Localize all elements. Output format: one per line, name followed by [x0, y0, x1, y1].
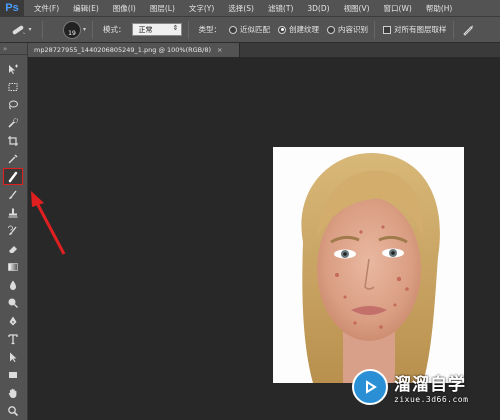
dodge-tool-icon[interactable] [4, 295, 22, 310]
zoom-tool-icon[interactable] [4, 403, 22, 418]
type-option-label: 内容识别 [338, 25, 369, 34]
chevron-down-icon: ▾ [28, 26, 32, 33]
toolbox-collapse-icon[interactable]: » [0, 43, 27, 55]
options-bar: ▾ 19 ▾ 模式： 正常 类型： 近似匹配 创建纹理 内容识别 对所有图层取样 [0, 17, 500, 43]
pressure-pen-icon[interactable] [462, 24, 474, 36]
separator [187, 20, 189, 39]
menu-image[interactable]: 图像(I) [113, 3, 136, 14]
brush-size-picker[interactable]: 19 [63, 20, 81, 39]
menu-bar: Ps 文件(F) 编辑(E) 图像(I) 图层(L) 文字(Y) 选择(S) 滤… [0, 0, 500, 17]
type-radio-create-texture[interactable] [278, 25, 287, 34]
close-icon[interactable]: × [217, 46, 222, 54]
mode-label: 模式： [103, 25, 126, 34]
pen-tool-icon[interactable] [4, 313, 22, 328]
tool-preset-picker[interactable]: ▾ [6, 20, 36, 40]
type-option-label: 近似匹配 [240, 25, 271, 34]
hand-tool-icon[interactable] [4, 385, 22, 400]
separator [92, 20, 94, 39]
move-tool-icon[interactable] [4, 61, 22, 76]
menu-view[interactable]: 视图(V) [344, 3, 370, 14]
menu-help[interactable]: 帮助(H) [426, 3, 453, 14]
menu-file[interactable]: 文件(F) [34, 3, 59, 14]
eyedropper-tool-icon[interactable] [4, 151, 22, 166]
menu-edit[interactable]: 编辑(E) [73, 3, 99, 14]
marquee-tool-icon[interactable] [4, 79, 22, 94]
type-label: 类型： [198, 25, 222, 34]
type-option-label: 创建纹理 [289, 25, 320, 34]
path-selection-tool-icon[interactable] [4, 349, 22, 364]
watermark-subtitle: zixue.3d66.com [394, 395, 469, 404]
document-tab-title: mp28727955_1440206805249_1.png @ 100%(RG… [34, 46, 212, 54]
portrait-photo[interactable] [273, 147, 464, 383]
menu-window[interactable]: 窗口(W) [384, 3, 412, 14]
watermark-title: 溜溜自学 [394, 375, 466, 395]
photoshop-logo: Ps [0, 0, 24, 17]
toolbox: » [0, 43, 28, 420]
mode-select[interactable]: 正常 [131, 23, 182, 36]
lasso-tool-icon[interactable] [4, 97, 22, 112]
menu-3d[interactable]: 3D(D) [307, 4, 329, 13]
crop-tool-icon[interactable] [4, 133, 22, 148]
quick-selection-tool-icon[interactable] [4, 115, 22, 130]
sample-all-layers-checkbox[interactable] [383, 25, 392, 34]
menu-select[interactable]: 选择(S) [228, 3, 254, 14]
blur-tool-icon[interactable] [4, 277, 22, 292]
eraser-tool-icon[interactable] [4, 241, 22, 256]
document-tab[interactable]: mp28727955_1440206805249_1.png @ 100%(RG… [28, 43, 240, 57]
gradient-tool-icon[interactable] [4, 259, 22, 274]
menu-filter[interactable]: 滤镜(T) [268, 3, 293, 14]
type-tool-icon[interactable] [4, 331, 22, 346]
watermark: 溜溜自学 zixue.3d66.com [352, 365, 497, 409]
separator [42, 20, 43, 39]
sample-all-layers-label: 对所有图层取样 [394, 25, 447, 34]
portrait-image [273, 147, 464, 383]
menu-type[interactable]: 文字(Y) [189, 3, 214, 14]
brush-tool-icon[interactable] [4, 187, 22, 202]
clone-stamp-tool-icon[interactable] [4, 205, 22, 220]
bandage-icon [13, 25, 26, 34]
separator [374, 20, 376, 39]
rectangle-tool-icon[interactable] [4, 367, 22, 382]
type-radio-proximity-match[interactable] [229, 25, 238, 34]
spot-healing-brush-tool-icon[interactable] [3, 168, 23, 185]
document-tab-bar: mp28727955_1440206805249_1.png @ 100%(RG… [28, 43, 500, 57]
chevron-down-icon[interactable]: ▾ [83, 26, 86, 33]
menu-layer[interactable]: 图层(L) [150, 3, 175, 14]
separator [452, 20, 454, 39]
history-brush-tool-icon[interactable] [4, 223, 22, 238]
type-radio-content-aware[interactable] [327, 25, 336, 34]
play-logo-icon [352, 369, 388, 405]
